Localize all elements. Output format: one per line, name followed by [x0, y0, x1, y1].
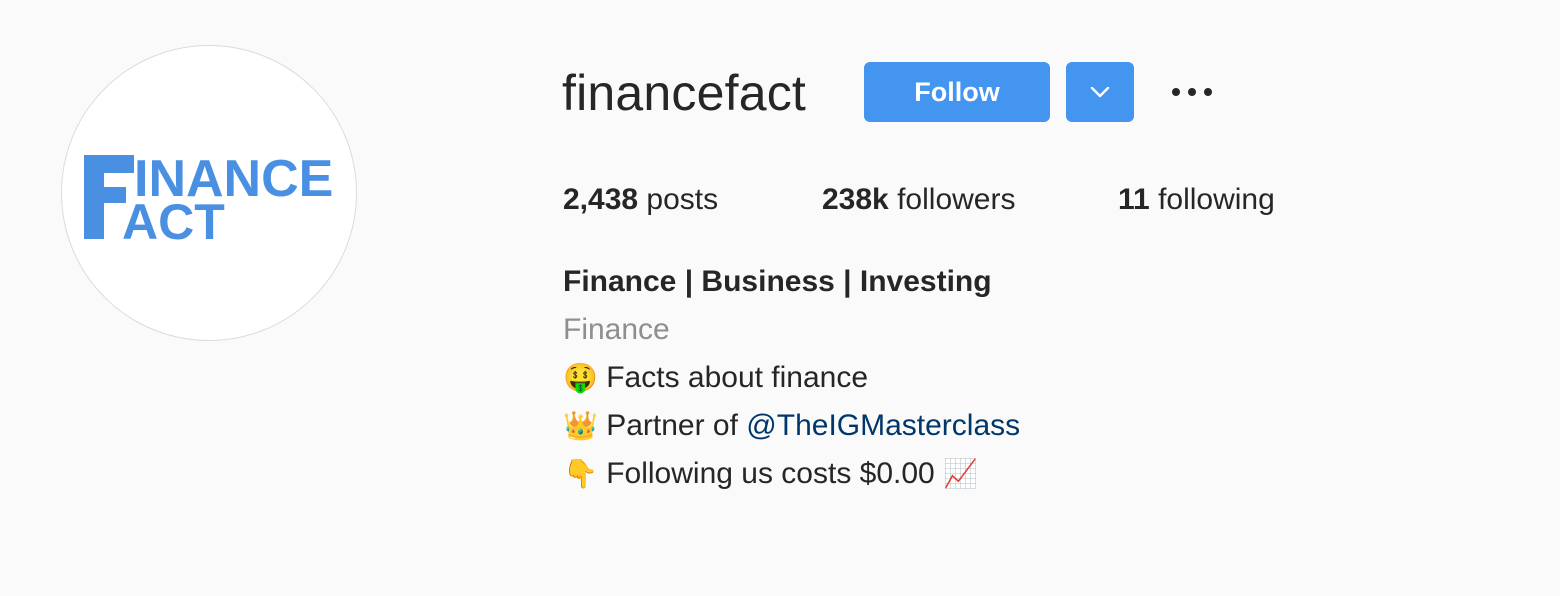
more-options-icon: [1172, 88, 1212, 96]
profile-bio: Finance | Business | Investing Finance 🤑…: [563, 258, 1020, 498]
following-label: following: [1158, 183, 1275, 216]
bio-line-2: 👑 Partner of @TheIGMasterclass: [563, 402, 1020, 450]
posts-label: posts: [646, 183, 719, 216]
bio-line-2-text: Partner of: [606, 409, 738, 442]
bio-line-3: 👇 Following us costs $0.00 📈: [563, 450, 1020, 498]
crown-icon: 👑: [563, 409, 598, 442]
finance-fact-logo: INANCE ACT: [84, 150, 333, 250]
bio-line-3-text: Following us costs $0.00: [606, 457, 935, 490]
following-count: 11: [1118, 183, 1150, 216]
money-mouth-face-icon: 🤑: [563, 361, 598, 394]
bio-line-1: 🤑 Facts about finance: [563, 354, 1020, 402]
profile-avatar[interactable]: INANCE ACT: [61, 45, 357, 341]
followers-label: followers: [897, 183, 1016, 216]
suggestions-dropdown-button[interactable]: [1066, 62, 1134, 122]
profile-username: financefact: [562, 65, 807, 121]
profile-full-name: Finance | Business | Investing: [563, 265, 992, 298]
followers-stat[interactable]: 238k followers: [822, 178, 1015, 222]
followers-count: 238k: [822, 183, 889, 216]
follow-button[interactable]: Follow: [864, 62, 1050, 122]
options-button[interactable]: [1164, 72, 1220, 112]
posts-stat: 2,438 posts: [563, 178, 718, 222]
profile-category: Finance: [563, 313, 670, 346]
logo-text-bottom: ACT: [122, 194, 225, 250]
following-stat[interactable]: 11 following: [1118, 178, 1275, 222]
pointing-down-icon: 👇: [563, 457, 598, 490]
bio-line-1-text: Facts about finance: [606, 361, 869, 394]
chevron-down-icon: [1090, 86, 1110, 98]
chart-increasing-icon: 📈: [943, 457, 978, 490]
mention-link[interactable]: @TheIGMasterclass: [746, 409, 1020, 442]
posts-count: 2,438: [563, 183, 639, 216]
